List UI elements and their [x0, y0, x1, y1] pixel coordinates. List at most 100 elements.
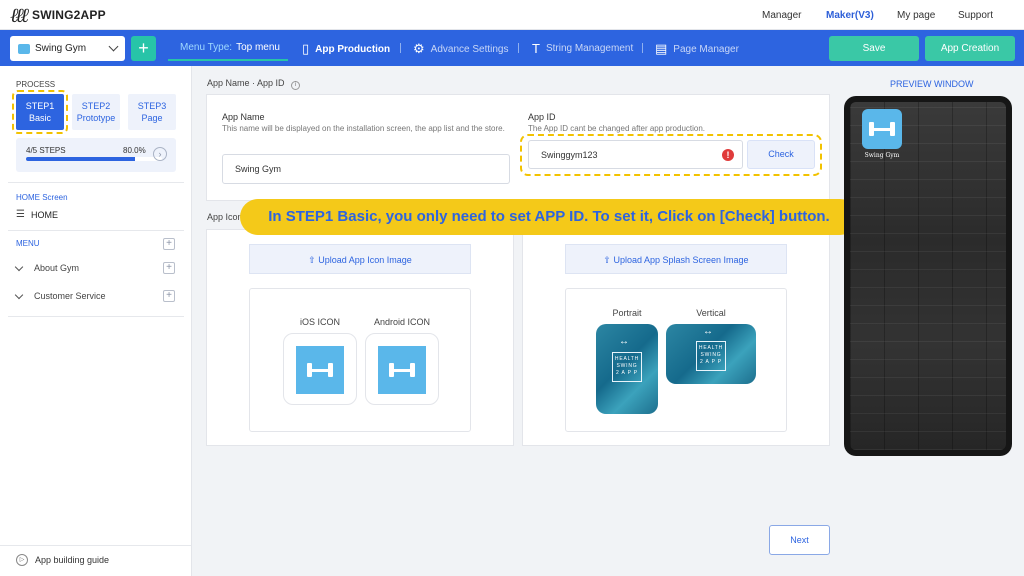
top-bar: ℓℓℓ SWING2APP Manager Maker(V3) My page …: [0, 0, 1024, 30]
menu-item-label: About Gym: [34, 263, 80, 273]
sidebar-item-customer-service[interactable]: Customer Service: [14, 290, 106, 301]
splash-logo-line: HEALTH: [614, 356, 640, 362]
vertical-splash-image: ↔ HEALTH SWING 2 A P P: [666, 324, 756, 384]
highlight-outline: [520, 134, 822, 176]
nav-support[interactable]: Support: [958, 10, 993, 21]
step-name: Prototype: [76, 113, 116, 123]
divider: [8, 316, 184, 317]
menu-item-label: Customer Service: [34, 291, 106, 301]
android-dumbbell-icon: [378, 346, 426, 394]
tab-advance-settings[interactable]: ⚙ Advance Settings: [413, 41, 508, 57]
divider: [0, 545, 191, 546]
next-step-icon[interactable]: ›: [153, 147, 167, 161]
logo[interactable]: ℓℓℓ SWING2APP: [10, 5, 106, 25]
highlight-outline: [12, 90, 68, 134]
sidebar-item-about-gym[interactable]: About Gym: [14, 262, 80, 273]
section-title-app-icon: App Icon: [207, 212, 243, 222]
home-label: HOME: [30, 209, 58, 220]
tutorial-callout: In STEP1 Basic, you only need to set APP…: [240, 199, 858, 235]
vertical-label: Vertical: [696, 308, 726, 318]
menu-type-value: Top menu: [236, 42, 280, 53]
menu-type-label: Menu Type:: [180, 42, 233, 53]
app-name-input[interactable]: Swing Gym: [222, 154, 510, 184]
ios-icon-label: iOS ICON: [299, 317, 340, 327]
add-app-button[interactable]: +: [131, 36, 156, 61]
dumbbell-icon: ↔: [703, 326, 713, 337]
text-icon: T: [532, 41, 540, 56]
app-select-dropdown[interactable]: Swing Gym: [10, 36, 125, 61]
splash-logo: HEALTH SWING 2 A P P: [612, 352, 642, 382]
toolbar-divider: [400, 43, 401, 53]
preview-app-name: Swing Gym: [864, 152, 900, 159]
phone-preview: Swing Gym: [844, 96, 1012, 456]
splash-logo-line: 2 A P P: [700, 359, 722, 365]
app-id-title: App ID: [528, 112, 556, 122]
upload-app-icon-button[interactable]: ⇧ Upload App Icon Image: [249, 244, 471, 274]
app-name-desc: This name will be displayed on the insta…: [222, 124, 505, 133]
phone-icon: ▯: [302, 41, 310, 56]
app-name-title: App Name: [222, 112, 265, 122]
upload-icon: ⇧: [308, 255, 319, 265]
info-icon[interactable]: i: [291, 81, 301, 90]
section-title-app-name-id: App Name · App ID i: [207, 78, 301, 90]
sidebar-item-home[interactable]: ☰ HOME: [16, 209, 58, 220]
tab-string-management[interactable]: T String Management: [532, 41, 633, 56]
tab-page-manager[interactable]: ▤ Page Manager: [655, 41, 739, 57]
guide-label: App building guide: [35, 555, 110, 565]
splash-logo-line: 2 A P P: [616, 370, 638, 376]
add-menu-icon[interactable]: +: [163, 238, 175, 250]
upload-app-icon-label: Upload App Icon Image: [318, 255, 412, 265]
tab-advance-settings-label: Advance Settings: [430, 43, 509, 55]
ios-icon-tile: [283, 333, 357, 405]
gear-icon: ⚙: [413, 41, 425, 56]
step2-prototype-button[interactable]: STEP2 Prototype: [72, 94, 120, 130]
menu-label: MENU: [16, 239, 40, 248]
brand-name: SWING2APP: [32, 8, 106, 22]
next-button[interactable]: Next: [769, 525, 830, 555]
splash-logo-line: SWING: [700, 352, 722, 358]
section-title-text: App Name · App ID: [207, 78, 285, 88]
nav-manager[interactable]: Manager: [762, 10, 801, 21]
splash-logo: HEALTH SWING 2 A P P: [696, 341, 726, 371]
dumbbell-icon: ↔: [619, 336, 629, 347]
home-screen-label: HOME Screen: [16, 193, 68, 202]
progress-fill: [26, 157, 135, 161]
add-submenu-icon[interactable]: +: [163, 262, 175, 274]
save-button[interactable]: Save: [829, 36, 919, 61]
android-icon-label: Android ICON: [373, 317, 431, 327]
logo-mark-icon: ℓℓℓ: [10, 3, 29, 27]
chevron-down-icon: [14, 290, 24, 299]
divider: [8, 182, 184, 183]
splash-screen-card: ⇧ Upload App Splash Screen Image Portrai…: [522, 229, 830, 446]
menu-type-selector[interactable]: Menu Type: Top menu: [168, 36, 288, 61]
divider: [8, 230, 184, 231]
toolbar-divider: [642, 43, 643, 53]
chevron-down-icon: [14, 262, 24, 271]
splash-logo-line: HEALTH: [698, 345, 724, 351]
android-icon-tile: [365, 333, 439, 405]
app-thumbnail-icon: [18, 43, 30, 54]
add-submenu-icon[interactable]: +: [163, 290, 175, 302]
menu-lines-icon: ☰: [16, 209, 25, 220]
progress-percent: 80.0%: [123, 146, 146, 155]
app-select-label: Swing Gym: [35, 43, 87, 54]
step3-page-button[interactable]: STEP3 Page: [128, 94, 176, 130]
nav-my-page[interactable]: My page: [897, 10, 935, 21]
toolbar-divider: [518, 43, 519, 53]
splash-preview-panel: Portrait Vertical ↔ HEALTH SWING 2 A P P…: [565, 288, 787, 432]
progress-bar: [26, 157, 162, 161]
portrait-splash-image: ↔ HEALTH SWING 2 A P P: [596, 324, 658, 414]
tab-app-production[interactable]: ▯ App Production: [302, 41, 390, 57]
preview-app-icon[interactable]: [862, 109, 902, 149]
app-building-guide-link[interactable]: ▷ App building guide: [16, 554, 109, 566]
ios-dumbbell-icon: [296, 346, 344, 394]
step-number: STEP2: [81, 101, 111, 111]
step-name: Page: [141, 113, 163, 123]
preview-window-label: PREVIEW WINDOW: [890, 79, 974, 89]
nav-maker[interactable]: Maker(V3): [826, 10, 874, 21]
upload-splash-button[interactable]: ⇧ Upload App Splash Screen Image: [565, 244, 787, 274]
app-icon-card: ⇧ Upload App Icon Image iOS ICON Android…: [206, 229, 514, 446]
progress-steps: 4/5 STEPS: [26, 146, 66, 155]
app-creation-button[interactable]: App Creation: [925, 36, 1015, 61]
tab-page-manager-label: Page Manager: [673, 43, 739, 55]
